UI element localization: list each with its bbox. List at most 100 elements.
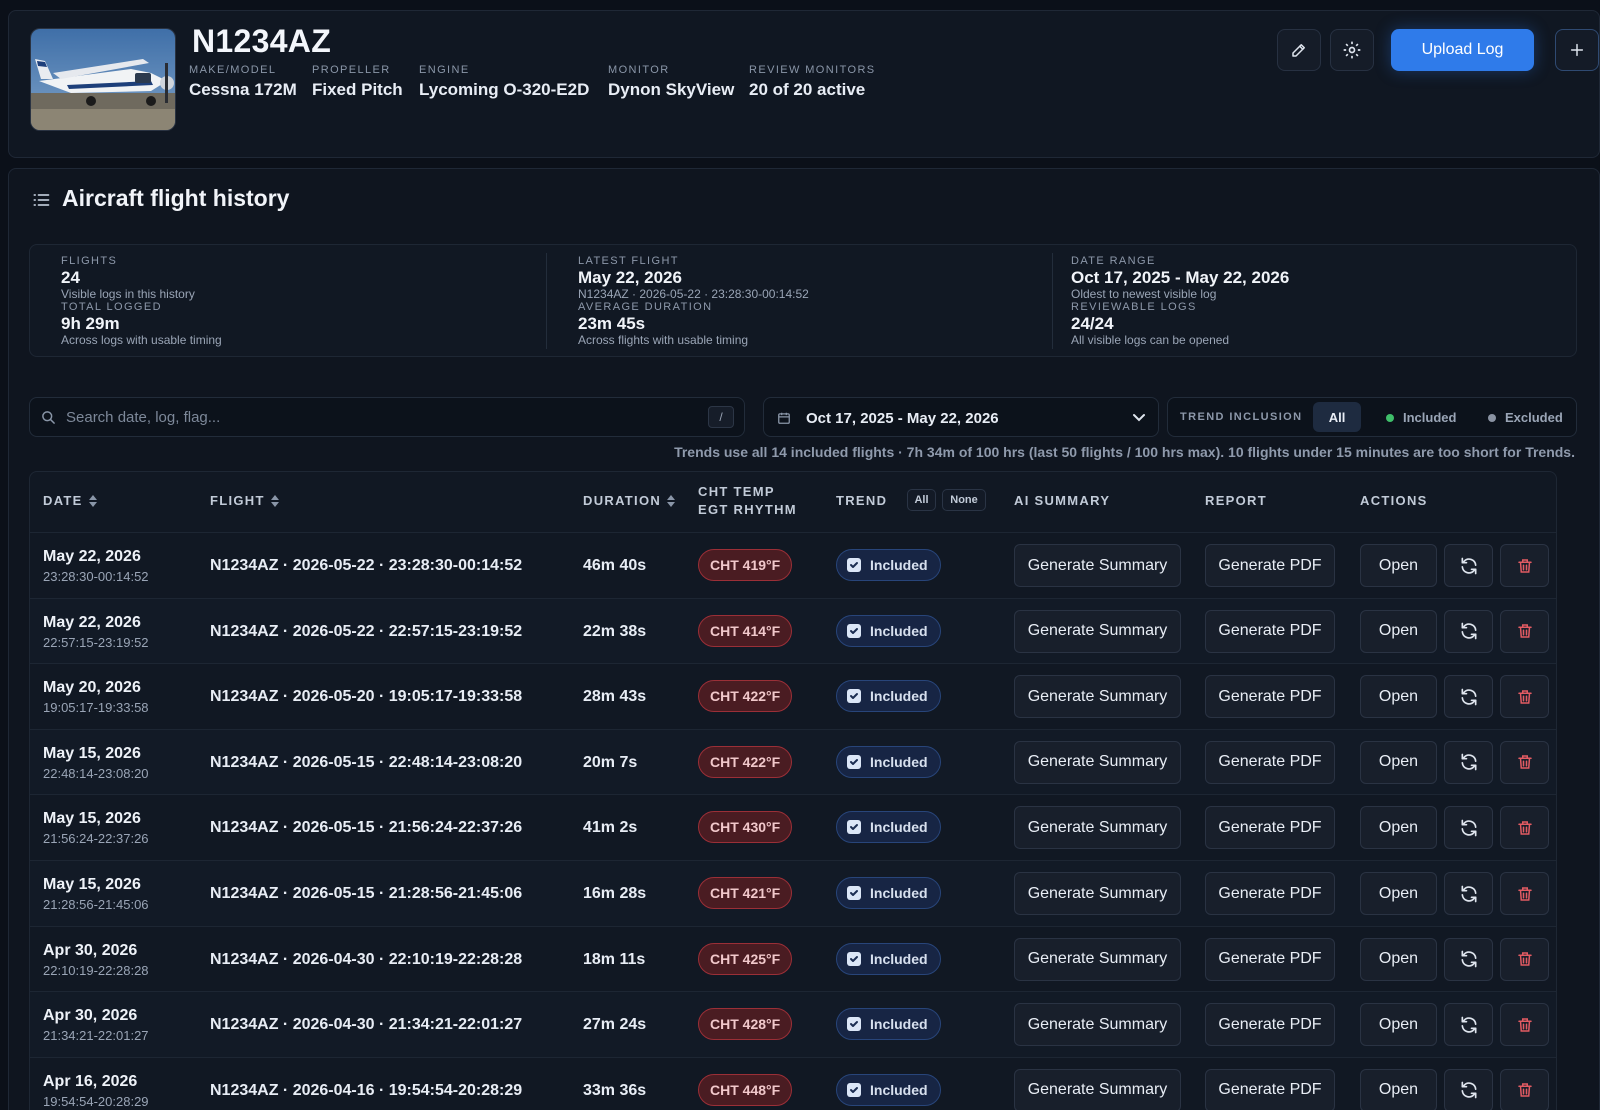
stats-column-latest: LATEST FLIGHT May 22, 2026 N1234AZ · 202… <box>546 253 1052 349</box>
stat-value: 23m 45s <box>578 314 646 333</box>
flight-name: N1234AZ · 2026-05-15 · 21:56:24-22:37:26 <box>210 819 523 837</box>
reprocess-button[interactable] <box>1444 740 1493 784</box>
stat-sub: Across logs with usable timing <box>61 333 222 347</box>
generate-summary-button[interactable]: Generate Summary <box>1014 937 1181 981</box>
trend-filter-all[interactable]: All <box>1313 402 1361 432</box>
flight-date: May 22, 2026 <box>43 613 141 631</box>
included-label: Included <box>870 819 928 836</box>
trend-select-none-button[interactable]: None <box>942 489 986 511</box>
column-date[interactable]: DATE <box>43 493 97 508</box>
generate-summary-button[interactable]: Generate Summary <box>1014 544 1181 587</box>
field-value: 20 of 20 active <box>749 80 866 99</box>
reprocess-button[interactable] <box>1444 609 1493 653</box>
generate-summary-button[interactable]: Generate Summary <box>1014 609 1181 653</box>
checkbox-checked-icon <box>847 689 861 704</box>
delete-button[interactable] <box>1500 609 1549 653</box>
reprocess-button[interactable] <box>1444 937 1493 981</box>
trend-included-toggle[interactable]: Included <box>836 549 941 581</box>
open-button[interactable]: Open <box>1360 544 1437 587</box>
flight-table: DATE FLIGHT DURATION CHT TEMP EGT RHYTHM… <box>29 471 1557 1110</box>
generate-pdf-button[interactable]: Generate PDF <box>1205 1068 1335 1110</box>
stat-sub: All visible logs can be opened <box>1071 333 1230 347</box>
generate-summary-button[interactable]: Generate Summary <box>1014 1003 1181 1047</box>
trend-included-toggle[interactable]: Included <box>836 942 941 975</box>
trend-filter-included[interactable]: Included <box>1386 410 1456 425</box>
flight-date: May 20, 2026 <box>43 679 141 697</box>
column-trend: TREND <box>836 493 887 508</box>
column-flight[interactable]: FLIGHT <box>210 493 279 508</box>
trend-included-toggle[interactable]: Included <box>836 680 941 713</box>
flight-duration: 46m 40s <box>583 557 647 574</box>
flight-duration: 41m 2s <box>583 819 638 837</box>
delete-button[interactable] <box>1500 937 1549 981</box>
generate-summary-button[interactable]: Generate Summary <box>1014 1068 1181 1110</box>
date-range-select[interactable]: Oct 17, 2025 - May 22, 2026 <box>763 397 1159 437</box>
included-label: Included <box>870 950 928 967</box>
column-label: EGT RHYTHM <box>698 502 797 517</box>
generate-pdf-button[interactable]: Generate PDF <box>1205 872 1335 915</box>
generate-pdf-button[interactable]: Generate PDF <box>1205 937 1335 981</box>
open-button[interactable]: Open <box>1360 872 1437 915</box>
flight-time-range: 23:28:30-00:14:52 <box>43 569 149 584</box>
flight-date: May 15, 2026 <box>43 810 141 828</box>
trend-included-toggle[interactable]: Included <box>836 1073 941 1106</box>
flight-date: Apr 30, 2026 <box>43 1007 138 1025</box>
delete-button[interactable] <box>1500 872 1549 915</box>
trend-included-toggle[interactable]: Included <box>836 745 941 778</box>
trend-filter-excluded[interactable]: Excluded <box>1488 410 1563 425</box>
trend-select-all-button[interactable]: All <box>907 489 936 511</box>
delete-button[interactable] <box>1500 544 1549 587</box>
settings-button[interactable] <box>1330 29 1374 71</box>
reprocess-button[interactable] <box>1444 675 1493 719</box>
propeller-field: PROPELLER Fixed Pitch <box>312 64 403 100</box>
delete-button[interactable] <box>1500 740 1549 784</box>
checkbox-checked-icon <box>847 623 861 638</box>
reprocess-button[interactable] <box>1444 544 1493 587</box>
open-button[interactable]: Open <box>1360 1003 1437 1047</box>
delete-button[interactable] <box>1500 1003 1549 1047</box>
trend-included-toggle[interactable]: Included <box>836 811 941 844</box>
trend-included-toggle[interactable]: Included <box>836 1008 941 1041</box>
refresh-icon <box>1461 622 1476 640</box>
add-button[interactable] <box>1555 29 1599 71</box>
open-button[interactable]: Open <box>1360 937 1437 981</box>
reprocess-button[interactable] <box>1444 806 1493 850</box>
flight-name: N1234AZ · 2026-04-30 · 21:34:21-22:01:27 <box>210 1016 523 1034</box>
delete-button[interactable] <box>1500 1068 1549 1110</box>
open-button[interactable]: Open <box>1360 1068 1437 1110</box>
field-label: PROPELLER <box>312 64 391 76</box>
list-icon <box>33 194 50 206</box>
trend-included-toggle[interactable]: Included <box>836 877 941 909</box>
delete-button[interactable] <box>1500 675 1549 719</box>
generate-summary-button[interactable]: Generate Summary <box>1014 740 1181 784</box>
reprocess-button[interactable] <box>1444 1003 1493 1047</box>
column-duration[interactable]: DURATION <box>583 493 676 508</box>
open-button[interactable]: Open <box>1360 609 1437 653</box>
generate-pdf-button[interactable]: Generate PDF <box>1205 740 1335 784</box>
generate-pdf-button[interactable]: Generate PDF <box>1205 675 1335 719</box>
table-row: May 15, 2026 21:28:56-21:45:06 N1234AZ ·… <box>30 860 1556 926</box>
reprocess-button[interactable] <box>1444 872 1493 915</box>
open-button[interactable]: Open <box>1360 740 1437 784</box>
trend-included-toggle[interactable]: Included <box>836 614 941 647</box>
generate-pdf-button[interactable]: Generate PDF <box>1205 1003 1335 1047</box>
reprocess-button[interactable] <box>1444 1068 1493 1110</box>
generate-pdf-button[interactable]: Generate PDF <box>1205 806 1335 850</box>
open-button[interactable]: Open <box>1360 675 1437 719</box>
sort-icon <box>667 494 676 507</box>
search-input[interactable]: Search date, log, flag... / <box>29 397 745 437</box>
generate-summary-button[interactable]: Generate Summary <box>1014 872 1181 915</box>
date-cell: May 15, 2026 22:48:14-23:08:20 <box>43 745 149 781</box>
generate-pdf-button[interactable]: Generate PDF <box>1205 609 1335 653</box>
flight-history-section: Aircraft flight history FLIGHTS 24 Visib… <box>8 168 1600 1110</box>
delete-button[interactable] <box>1500 806 1549 850</box>
generate-summary-button[interactable]: Generate Summary <box>1014 675 1181 719</box>
generate-pdf-button[interactable]: Generate PDF <box>1205 544 1335 587</box>
upload-log-button[interactable]: Upload Log <box>1391 29 1534 71</box>
open-button[interactable]: Open <box>1360 806 1437 850</box>
edit-button[interactable] <box>1277 29 1321 71</box>
generate-summary-button[interactable]: Generate Summary <box>1014 806 1181 850</box>
refresh-icon <box>1461 819 1476 837</box>
checkbox-checked-icon <box>847 1017 861 1032</box>
stat-value: 9h 29m <box>61 314 120 333</box>
